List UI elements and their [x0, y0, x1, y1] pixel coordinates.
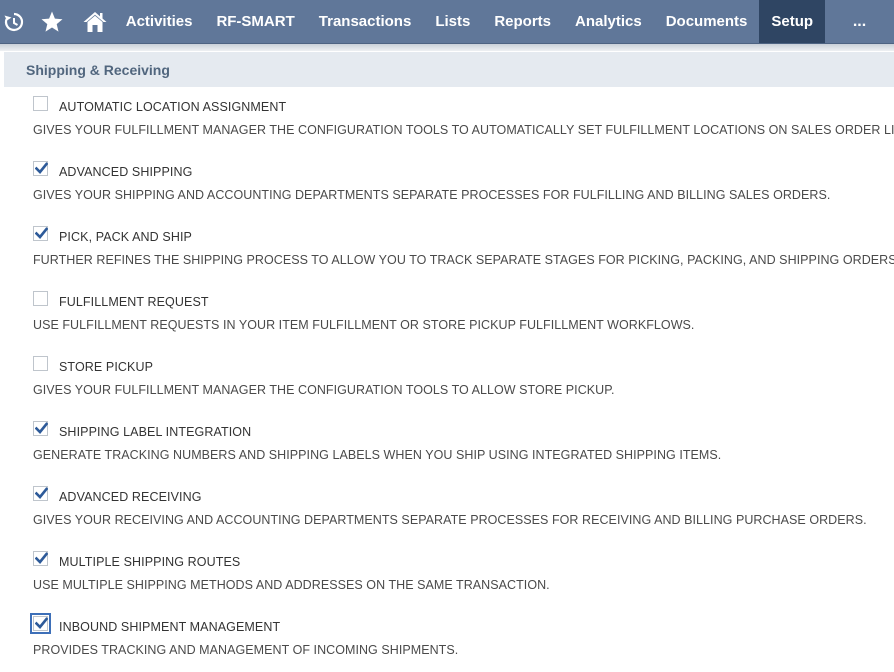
checkmark-icon [35, 161, 48, 174]
feature-label: AUTOMATIC LOCATION ASSIGNMENT [59, 100, 287, 114]
nav-item-rf-smart[interactable]: RF-SMART [204, 0, 306, 43]
feature-description: PROVIDES TRACKING AND MANAGEMENT OF INCO… [33, 643, 459, 657]
nav-item-reports[interactable]: Reports [482, 0, 563, 43]
section-title: Shipping & Receiving [26, 61, 170, 78]
star-icon[interactable] [28, 0, 76, 43]
feature-checkbox[interactable] [33, 225, 48, 241]
feature-description: USE FULFILLMENT REQUESTS IN YOUR ITEM FU… [33, 318, 695, 332]
feature-label: ADVANCED RECEIVING [59, 490, 202, 504]
feature-option: ADVANCED RECEIVING GIVES YOUR RECEIVING A… [0, 477, 894, 542]
nav-item-analytics[interactable]: Analytics [563, 0, 654, 43]
feature-option: STORE PICKUP GIVES YOUR FULFILLMENT MANAG… [0, 347, 894, 412]
feature-label: STORE PICKUP [59, 360, 154, 374]
feature-label: MULTIPLE SHIPPING ROUTES [59, 555, 241, 569]
feature-option: INBOUND SHIPMENT MANAGEMENT PROVIDES TRAC… [0, 607, 894, 672]
feature-label: FULFILLMENT REQUEST [59, 295, 209, 309]
feature-option-row: ADVANCED RECEIVING [33, 482, 202, 504]
feature-option: FULFILLMENT REQUEST USE FULFILLMENT REQUE… [0, 282, 894, 347]
feature-description: GIVES YOUR SHIPPING AND ACCOUNTING DEPAR… [33, 188, 831, 202]
feature-checkbox[interactable] [33, 550, 48, 566]
feature-option-row: AUTOMATIC LOCATION ASSIGNMENT [33, 92, 286, 114]
feature-label: INBOUND SHIPMENT MANAGEMENT [59, 620, 281, 634]
more-menu-button[interactable]: ... [825, 0, 894, 43]
feature-option-row: STORE PICKUP [33, 352, 153, 374]
nav-item-lists[interactable]: Lists [423, 0, 482, 43]
feature-checkbox[interactable] [33, 355, 48, 371]
feature-label: SHIPPING LABEL INTEGRATION [59, 425, 252, 439]
options-list: AUTOMATIC LOCATION ASSIGNMENT GIVES YOUR … [0, 87, 894, 672]
section-header: Shipping & Receiving [4, 52, 894, 87]
checkmark-icon [35, 486, 48, 499]
feature-checkbox[interactable] [33, 420, 48, 436]
feature-description: GIVES YOUR RECEIVING AND ACCOUNTING DEPA… [33, 513, 867, 527]
checkmark-icon [35, 226, 48, 239]
feature-option-row: INBOUND SHIPMENT MANAGEMENT [30, 612, 281, 634]
feature-label: ADVANCED SHIPPING [59, 165, 193, 179]
feature-checkbox[interactable] [33, 160, 48, 176]
feature-checkbox[interactable] [33, 485, 48, 501]
nav-item-documents[interactable]: Documents [654, 0, 760, 43]
feature-description: GIVES YOUR FULFILLMENT MANAGER THE CONFI… [33, 123, 894, 137]
feature-checkbox[interactable] [33, 95, 48, 111]
feature-option: AUTOMATIC LOCATION ASSIGNMENT GIVES YOUR … [0, 87, 894, 152]
feature-option-row: FULFILLMENT REQUEST [33, 287, 209, 309]
top-navigation-bar: Activities RF-SMART Transactions Lists R… [0, 0, 894, 44]
checkmark-icon [35, 616, 48, 629]
feature-option-row: PICK, PACK AND SHIP [33, 222, 192, 244]
checkmark-icon [35, 421, 48, 434]
feature-description: GENERATE TRACKING NUMBERS AND SHIPPING L… [33, 448, 722, 462]
nav-item-activities[interactable]: Activities [114, 0, 205, 43]
nav-item-setup[interactable]: Setup [759, 0, 826, 43]
feature-option: SHIPPING LABEL INTEGRATION GENERATE TRACK… [0, 412, 894, 477]
feature-label: PICK, PACK AND SHIP [59, 230, 192, 244]
feature-checkbox[interactable] [33, 290, 48, 306]
feature-option-row: ADVANCED SHIPPING [33, 157, 192, 179]
feature-description: FURTHER REFINES THE SHIPPING PROCESS TO … [33, 253, 894, 267]
feature-description: USE MULTIPLE SHIPPING METHODS AND ADDRES… [33, 578, 550, 592]
navbar-shadow [0, 44, 894, 51]
feature-option-row: SHIPPING LABEL INTEGRATION [33, 417, 251, 439]
feature-option: ADVANCED SHIPPING GIVES YOUR SHIPPING AND… [0, 152, 894, 217]
feature-option: MULTIPLE SHIPPING ROUTES USE MULTIPLE SHI… [0, 542, 894, 607]
home-icon[interactable] [76, 0, 114, 43]
feature-option-row: MULTIPLE SHIPPING ROUTES [33, 547, 240, 569]
recent-records-icon[interactable] [0, 0, 28, 43]
feature-checkbox[interactable] [30, 612, 51, 634]
checkmark-icon [35, 551, 48, 564]
feature-option: PICK, PACK AND SHIP FURTHER REFINES THE S… [0, 217, 894, 282]
feature-description: GIVES YOUR FULFILLMENT MANAGER THE CONFI… [33, 383, 615, 397]
nav-item-transactions[interactable]: Transactions [307, 0, 424, 43]
